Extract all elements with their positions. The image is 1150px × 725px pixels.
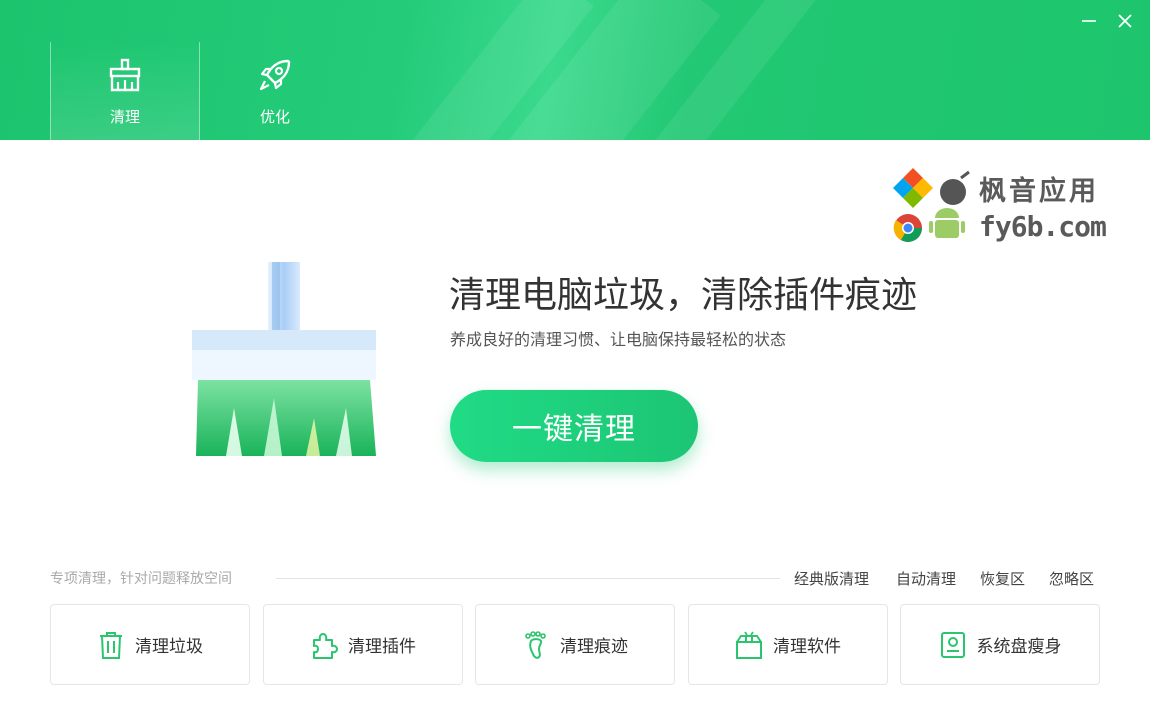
hero-subtitle: 养成良好的清理习惯、让电脑保持最轻松的状态 — [450, 330, 787, 349]
watermark-text-cn: 枫音应用 — [979, 176, 1099, 207]
special-clean-label: 专项清理，针对问题释放空间 — [50, 571, 232, 587]
card-clean-plugins[interactable]: 清理插件 — [263, 604, 463, 685]
section-divider — [276, 578, 780, 579]
recovery-zone-link[interactable]: 恢复区 — [980, 568, 1025, 589]
puzzle-icon — [313, 632, 338, 659]
card-label: 清理软件 — [773, 637, 841, 657]
tab-optimize[interactable]: 优化 — [200, 42, 350, 140]
card-label: 系统盘瘦身 — [976, 637, 1062, 657]
close-icon — [1118, 14, 1132, 28]
software-box-icon — [736, 631, 762, 659]
disk-icon — [940, 631, 965, 658]
card-clean-junk[interactable]: 清理垃圾 — [50, 604, 250, 685]
card-clean-software[interactable]: 清理软件 — [688, 604, 888, 685]
tab-optimize-label: 优化 — [259, 108, 290, 126]
card-label: 清理垃圾 — [135, 637, 203, 657]
footprint-icon — [525, 630, 546, 659]
platform-logos-icon — [893, 168, 970, 242]
broom-icon — [109, 58, 141, 92]
card-label: 清理痕迹 — [560, 637, 628, 657]
card-clean-traces[interactable]: 清理痕迹 — [475, 604, 675, 685]
minimize-button[interactable] — [1076, 8, 1102, 34]
card-system-disk-slim[interactable]: 系统盘瘦身 — [900, 604, 1100, 685]
minimize-icon — [1082, 20, 1096, 22]
tab-clean[interactable]: 清理 — [50, 42, 200, 140]
classic-clean-link[interactable]: 经典版清理 — [794, 568, 869, 589]
close-button[interactable] — [1112, 8, 1138, 34]
header-bar: 清理 优化 — [0, 0, 1150, 140]
ignore-zone-link[interactable]: 忽略区 — [1049, 568, 1094, 589]
broom-illustration-icon — [192, 262, 376, 456]
tab-clean-label: 清理 — [109, 108, 140, 126]
watermark-logo: 枫音应用 fy6b.com — [893, 168, 1125, 248]
watermark-text-url: fy6b.com — [979, 210, 1107, 243]
auto-clean-link[interactable]: 自动清理 — [896, 568, 956, 589]
one-click-clean-button[interactable]: 一键清理 — [450, 390, 698, 462]
card-label: 清理插件 — [348, 637, 416, 657]
hero-title: 清理电脑垃圾，清除插件痕迹 — [449, 275, 918, 316]
trash-icon — [100, 631, 122, 659]
rocket-icon — [259, 59, 291, 91]
